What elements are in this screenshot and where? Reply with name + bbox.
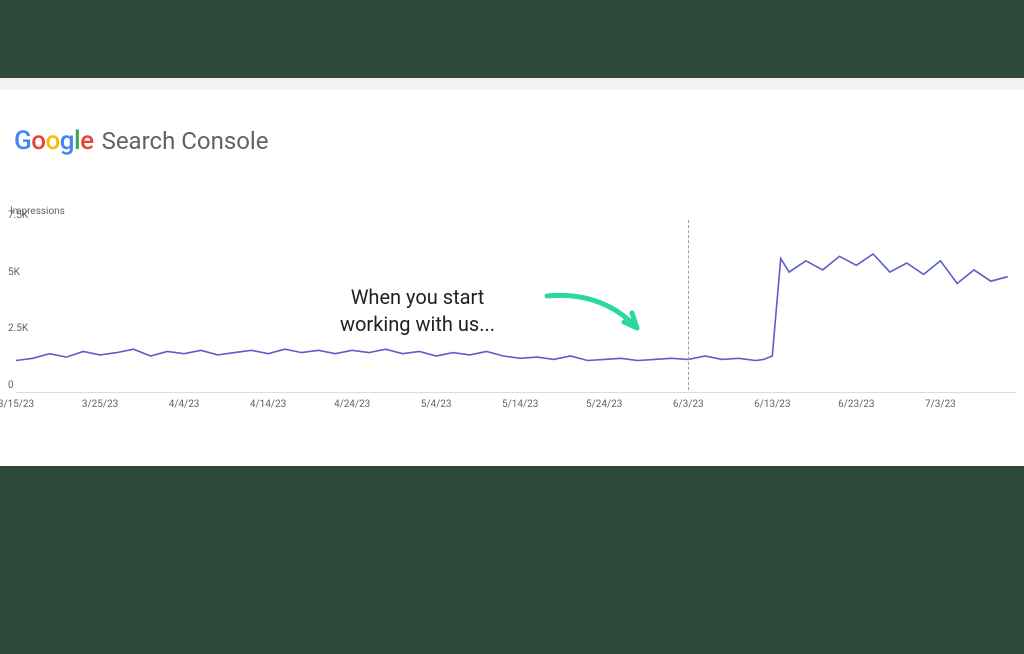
x-tick-label: 6/23/23 xyxy=(838,399,874,410)
start-marker-line xyxy=(688,220,689,390)
x-tick-label: 5/4/23 xyxy=(421,399,452,410)
x-tick-label: 7/3/23 xyxy=(925,399,956,410)
annotation-line-1: When you start xyxy=(340,284,495,311)
curved-arrow-icon xyxy=(542,286,662,346)
x-tick-label: 3/25/23 xyxy=(82,399,118,410)
header: Google Search Console xyxy=(0,90,1024,156)
x-tick-label: 6/13/23 xyxy=(754,399,790,410)
y-tick-label: 0 xyxy=(8,380,14,391)
impressions-line xyxy=(16,254,1008,361)
product-name: Search Console xyxy=(102,127,269,155)
x-tick-label: 5/14/23 xyxy=(502,399,538,410)
search-console-chart-card: Google Search Console Impressions 7.5K5K… xyxy=(0,90,1024,466)
google-logo: Google xyxy=(14,126,94,156)
annotation-text: When you start working with us... xyxy=(340,284,495,338)
impressions-chart: Impressions 7.5K5K2.5K0 When you start w… xyxy=(0,212,1024,450)
x-tick-label: 4/14/23 xyxy=(250,399,286,410)
x-tick-label: 3/15/23 xyxy=(0,399,34,410)
chart-plot-area xyxy=(16,220,1016,390)
x-tick-label: 4/4/23 xyxy=(169,399,200,410)
x-tick-label: 4/24/23 xyxy=(334,399,370,410)
annotation-line-2: working with us... xyxy=(340,311,495,338)
x-tick-label: 5/24/23 xyxy=(586,399,622,410)
x-tick-label: 6/3/23 xyxy=(673,399,704,410)
x-axis: 3/15/233/25/234/4/234/14/234/24/235/4/23… xyxy=(16,392,1016,432)
